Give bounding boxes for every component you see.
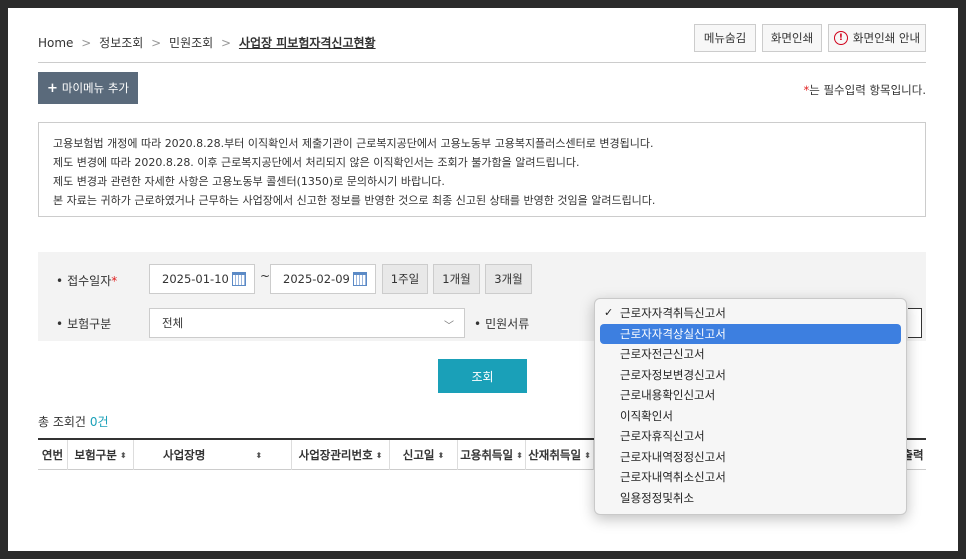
notice-line: 제도 변경에 따라 2020.8.28. 이후 근로복지공단에서 처리되지 않은… [53, 156, 580, 169]
dropdown-option[interactable]: 근로자내역취소신고서 [600, 467, 901, 488]
sort-icon: ⬍ [375, 450, 383, 460]
dropdown-option[interactable]: 근로자전근신고서 [600, 344, 901, 365]
notice-line: 본 자료는 귀하가 근로하였거나 근무하는 사업장에서 신고한 정보를 반영한 … [53, 194, 656, 207]
alert-icon: ! [833, 31, 848, 45]
dropdown-option[interactable]: 일용정정및취소 [600, 488, 901, 509]
add-my-menu-button[interactable]: + 마이메뉴 추가 [38, 72, 138, 104]
required-note: *는 필수입력 항목입니다. [803, 82, 926, 98]
breadcrumb-civil[interactable]: 민원조회 [169, 36, 213, 50]
dropdown-option[interactable]: ✓ 근로자자격취득신고서 [600, 303, 901, 324]
col-number: 연번 [38, 440, 68, 470]
sort-icon: ⬍ [584, 450, 591, 460]
breadcrumb: Home > 정보조회 > 민원조회 > 사업장 피보험자격신고현황 [38, 34, 376, 51]
print-screen-button[interactable]: 화면인쇄 [762, 24, 822, 52]
calendar-icon[interactable] [232, 272, 246, 286]
dropdown-option[interactable]: 근로자내역정정신고서 [600, 447, 901, 468]
add-my-menu-label: 마이메뉴 추가 [61, 81, 130, 95]
dropdown-option[interactable]: 이직확인서 [600, 406, 901, 427]
document-select[interactable] [908, 308, 922, 338]
document-dropdown-menu[interactable]: ✓ 근로자자격취득신고서 근로자자격상실신고서 근로자전근신고서 근로자정보변경신… [594, 298, 907, 515]
col-employment-date[interactable]: 고용취득일 ⬍ [458, 440, 526, 470]
print-guide-button[interactable]: ! 화면인쇄 안내 [828, 24, 926, 52]
page-title-cutoff [348, 8, 628, 14]
divider [38, 62, 926, 63]
document-label: • 민원서류 [474, 317, 530, 331]
breadcrumb-info[interactable]: 정보조회 [99, 36, 143, 50]
sort-icon: ⬍ [437, 450, 445, 460]
col-accident-date[interactable]: 산재취득일 ⬍ [526, 440, 594, 470]
print-guide-label: 화면인쇄 안내 [852, 31, 921, 45]
sort-icon: ⬍ [119, 450, 127, 460]
notice-line: 고용보험법 개정에 따라 2020.8.28.부터 이직확인서 제출기관이 근로… [53, 137, 654, 150]
breadcrumb-separator: > [221, 36, 232, 50]
search-button[interactable]: 조회 [438, 359, 527, 393]
sort-icon: ⬍ [255, 450, 263, 460]
dropdown-option[interactable]: 근로내용확인신고서 [600, 385, 901, 406]
notice-line: 제도 변경과 관련한 자세한 사항은 고용노동부 콜센터(1350)로 문의하시… [53, 175, 445, 188]
breadcrumb-separator: > [81, 36, 92, 50]
period-3month-button[interactable]: 3개월 [485, 264, 532, 294]
hide-menu-button[interactable]: 메뉴숨김 [694, 24, 756, 52]
chevron-down-icon: ﹀ [444, 321, 454, 332]
date-from-input[interactable]: 2025-01-10 [149, 264, 255, 294]
col-report-date[interactable]: 신고일 ⬍ [390, 440, 458, 470]
calendar-icon[interactable] [353, 272, 367, 286]
sort-icon: ⬍ [516, 450, 523, 460]
check-icon: ✓ [604, 306, 614, 319]
breadcrumb-separator: > [151, 36, 162, 50]
period-1week-button[interactable]: 1주일 [382, 264, 428, 294]
dropdown-option[interactable]: 근로자정보변경신고서 [600, 365, 901, 386]
plus-icon: + [46, 80, 58, 96]
col-workplace-name[interactable]: 사업장명 ⬍ [134, 440, 292, 470]
dropdown-option[interactable]: 근로자휴직신고서 [600, 426, 901, 447]
breadcrumb-current[interactable]: 사업장 피보험자격신고현황 [239, 36, 376, 50]
period-1month-button[interactable]: 1개월 [433, 264, 480, 294]
required-note-text: 는 필수입력 항목입니다. [809, 83, 926, 97]
breadcrumb-home[interactable]: Home [38, 36, 73, 50]
dropdown-option[interactable]: 근로자자격상실신고서 [600, 323, 901, 344]
notice-box: 고용보험법 개정에 따라 2020.8.28.부터 이직확인서 제출기관이 근로… [38, 122, 926, 217]
date-to-input[interactable]: 2025-02-09 [270, 264, 376, 294]
receipt-date-label: • 접수일자* [56, 274, 118, 288]
date-range-tilde: ~ [260, 269, 271, 283]
col-insurance-type[interactable]: 보험구분 ⬍ [68, 440, 134, 470]
insurance-type-select[interactable]: 전체 ﹀ [149, 308, 465, 338]
insurance-type-label: • 보험구분 [56, 317, 112, 331]
total-count: 총 조회건 0건 [38, 415, 109, 429]
col-workplace-number[interactable]: 사업장관리번호 ⬍ [292, 440, 390, 470]
